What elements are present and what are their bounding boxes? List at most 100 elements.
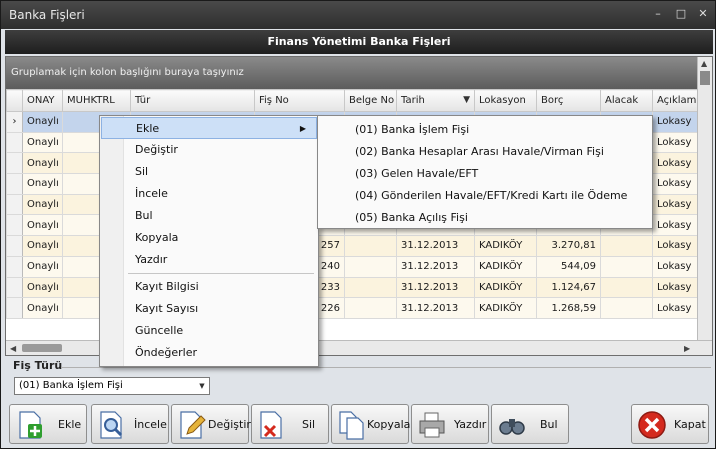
row-indicator[interactable] [6, 173, 23, 195]
incele-button[interactable]: İncele [91, 404, 169, 444]
submenu-item-banka-islem-fisi[interactable]: (01) Banka İşlem Fişi [319, 119, 651, 141]
cell-lokasyon[interactable]: KADIKÖY [474, 255, 537, 278]
menu-item-bul[interactable]: Bul [101, 205, 317, 227]
cell-aciklama[interactable]: Lokasy [652, 255, 699, 278]
cell-alacak[interactable] [600, 255, 653, 278]
submenu-item-acilis-fisi[interactable]: (05) Banka Açılış Fişi [319, 207, 651, 229]
menu-item-kayit-bilgisi[interactable]: Kayıt Bilgisi [101, 276, 317, 298]
row-indicator[interactable] [6, 297, 23, 319]
column-header-lokasyon[interactable]: Lokasyon [474, 89, 537, 112]
maximize-button[interactable]: □ [674, 7, 688, 21]
scroll-up-icon[interactable]: ▲ [701, 59, 707, 68]
cell-belgeno[interactable] [344, 297, 397, 319]
cell-aciklama[interactable]: Lokasy [652, 193, 699, 216]
cell-onay[interactable]: Onaylı [22, 152, 63, 175]
cell-aciklama[interactable]: Lokasy [652, 276, 699, 299]
minimize-button[interactable]: – [651, 7, 665, 21]
cell-aciklama[interactable]: Lokasy [652, 152, 699, 175]
cell-lokasyon[interactable]: KADIKÖY [474, 297, 537, 319]
row-indicator[interactable]: › [6, 111, 23, 133]
cell-alacak[interactable] [600, 297, 653, 319]
menu-item-yazdir[interactable]: Yazdır [101, 249, 317, 271]
cell-alacak[interactable] [600, 235, 653, 257]
yazdir-button[interactable]: Yazdır [411, 404, 489, 444]
cell-aciklama[interactable]: Lokasy [652, 131, 699, 154]
menu-item-kayit-sayisi[interactable]: Kayıt Sayısı [101, 298, 317, 320]
fis-turu-value: (01) Banka İşlem Fişi [19, 380, 123, 391]
cell-belgeno[interactable] [344, 235, 397, 257]
column-header-tarih[interactable]: Tarih ▼ [396, 89, 475, 112]
cell-lokasyon[interactable]: KADIKÖY [474, 235, 537, 257]
menu-item-degistir[interactable]: Değiştir [101, 139, 317, 161]
scroll-right-icon[interactable]: ▶ [684, 344, 690, 353]
degistir-label: Değiştir [208, 418, 251, 431]
kapat-button[interactable]: Kapat [631, 404, 709, 444]
cell-tarih[interactable]: 31.12.2013 [396, 297, 475, 319]
row-indicator[interactable] [6, 235, 23, 257]
menu-item-kopyala[interactable]: Kopyala [101, 227, 317, 249]
cell-tarih[interactable]: 31.12.2013 [396, 276, 475, 299]
vertical-scroll-thumb[interactable] [700, 71, 710, 85]
menu-item-ekle[interactable]: Ekle ▶ [101, 117, 317, 139]
cell-aciklama[interactable]: Lokasy [652, 235, 699, 257]
cell-onay[interactable]: Onaylı [22, 255, 63, 278]
column-header-borc[interactable]: Borç [536, 89, 601, 112]
column-header-aciklama[interactable]: Açıklama [652, 89, 699, 112]
vertical-scrollbar[interactable]: ▲ [697, 57, 712, 340]
sil-button[interactable]: Sil [251, 404, 329, 444]
column-header-belgeno[interactable]: Belge No [344, 89, 397, 112]
cell-borc[interactable]: 1.268,59 [536, 297, 601, 319]
cell-onay[interactable]: Onaylı [22, 235, 63, 257]
menu-item-sil[interactable]: Sil [101, 161, 317, 183]
group-panel[interactable]: Gruplamak için kolon başlığını buraya ta… [6, 57, 698, 89]
row-indicator[interactable] [6, 152, 23, 175]
cell-belgeno[interactable] [344, 276, 397, 299]
ekle-button[interactable]: Ekle [9, 404, 87, 444]
column-header-alacak[interactable]: Alacak [600, 89, 653, 112]
cell-onay[interactable]: Onaylı [22, 297, 63, 319]
cell-belgeno[interactable] [344, 255, 397, 278]
degistir-button[interactable]: Değiştir [171, 404, 251, 444]
row-indicator[interactable] [6, 255, 23, 278]
scroll-left-icon[interactable]: ◀ [10, 344, 16, 353]
cell-borc[interactable]: 544,09 [536, 255, 601, 278]
cell-onay[interactable]: Onaylı [22, 276, 63, 299]
column-header-fisno[interactable]: Fiş No [254, 89, 345, 112]
cell-aciklama[interactable]: Lokasy [652, 173, 699, 195]
cell-alacak[interactable] [600, 276, 653, 299]
cell-tarih[interactable]: 31.12.2013 [396, 235, 475, 257]
submenu-item-gelen-havale[interactable]: (03) Gelen Havale/EFT [319, 163, 651, 185]
menu-item-ondegerler[interactable]: Öndeğerler [101, 342, 317, 364]
cell-tarih[interactable]: 31.12.2013 [396, 255, 475, 278]
cell-onay[interactable]: Onaylı [22, 111, 63, 133]
edit-document-icon [180, 411, 206, 439]
cell-borc[interactable]: 1.124,67 [536, 276, 601, 299]
row-indicator[interactable] [6, 214, 23, 237]
submenu-item-virman-fisi[interactable]: (02) Banka Hesaplar Arası Havale/Virman … [319, 141, 651, 163]
horizontal-scroll-thumb[interactable] [22, 344, 62, 352]
fis-turu-select[interactable]: (01) Banka İşlem Fişi ▼ [14, 377, 210, 395]
row-indicator[interactable] [6, 193, 23, 216]
kopyala-button[interactable]: Kopyala [331, 404, 410, 444]
cell-onay[interactable]: Onaylı [22, 214, 63, 237]
menu-item-guncelle[interactable]: Güncelle [101, 320, 317, 342]
cell-onay[interactable]: Onaylı [22, 193, 63, 216]
row-indicator[interactable] [6, 276, 23, 299]
bul-button[interactable]: Bul [491, 404, 569, 444]
cell-aciklama[interactable]: Lokasy [652, 214, 699, 237]
menu-item-incele[interactable]: İncele [101, 183, 317, 205]
cell-onay[interactable]: Onaylı [22, 173, 63, 195]
cell-onay[interactable]: Onaylı [22, 131, 63, 154]
column-header-onay[interactable]: ONAY [22, 89, 63, 112]
close-window-button[interactable]: ✕ [696, 7, 710, 21]
cell-lokasyon[interactable]: KADIKÖY [474, 276, 537, 299]
submenu-item-gonderilen-havale[interactable]: (04) Gönderilen Havale/EFT/Kredi Kartı i… [319, 185, 651, 207]
chevron-down-icon[interactable]: ▼ [195, 378, 209, 394]
cell-borc[interactable]: 3.270,81 [536, 235, 601, 257]
row-indicator[interactable] [6, 131, 23, 154]
column-header-tur[interactable]: Tür [130, 89, 255, 112]
menu-item-ekle-label: Ekle [136, 122, 160, 135]
cell-aciklama[interactable]: Lokasy [652, 297, 699, 319]
column-header-muhktrl[interactable]: MUHKTRL [62, 89, 131, 112]
cell-aciklama[interactable]: Lokasy [652, 111, 699, 133]
